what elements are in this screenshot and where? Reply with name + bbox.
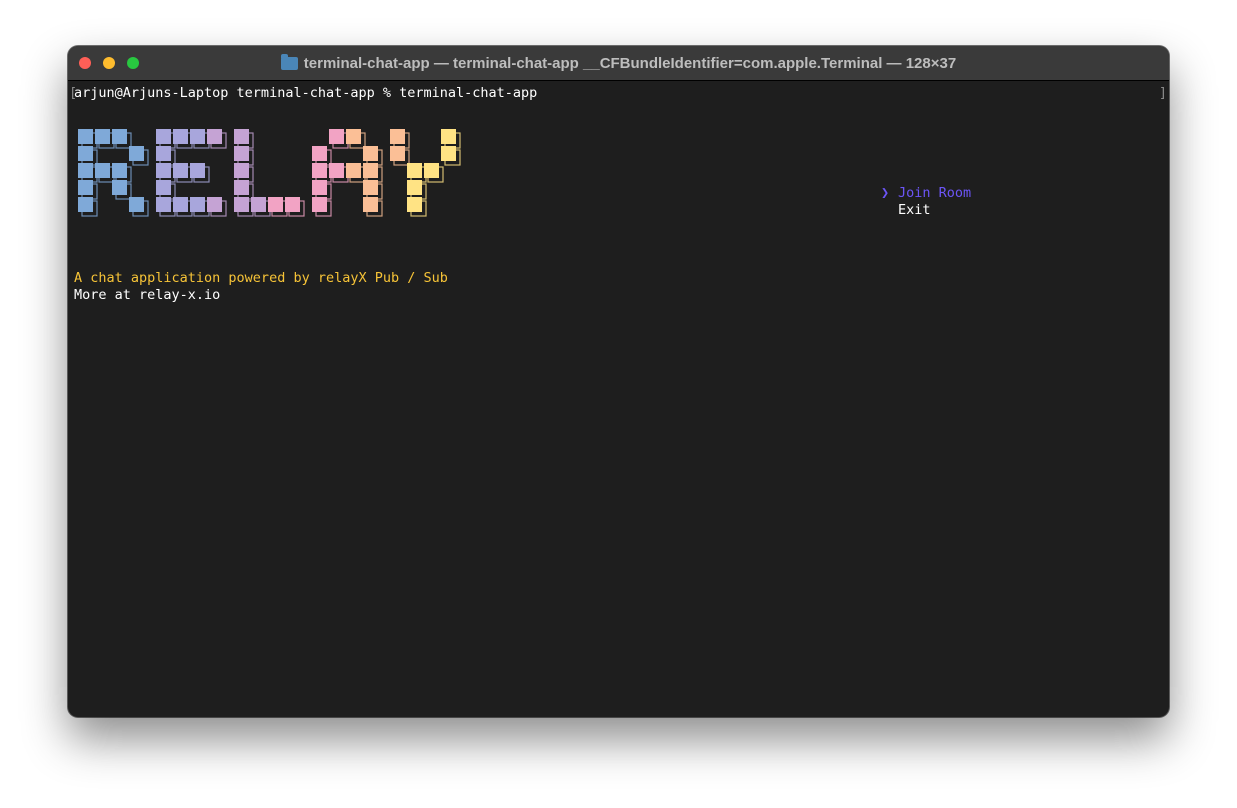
- logo-block: [156, 180, 171, 195]
- tagline: A chat application powered by relayX Pub…: [74, 270, 448, 286]
- logo-block: [190, 129, 205, 144]
- logo-block: [156, 197, 171, 212]
- logo-block: [329, 129, 344, 144]
- logo-block: [234, 146, 249, 161]
- logo-block: [285, 197, 300, 212]
- logo-block: [234, 129, 249, 144]
- logo-block: [312, 163, 327, 178]
- title-bar[interactable]: terminal-chat-app — terminal-chat-app __…: [68, 46, 1169, 81]
- logo-block: [234, 163, 249, 178]
- logo-block: [78, 180, 93, 195]
- logo-block: [129, 146, 144, 161]
- logo-block: [312, 180, 327, 195]
- logo-block: [363, 163, 378, 178]
- logo-block: [424, 163, 439, 178]
- logo-block: [173, 129, 188, 144]
- logo-block: [112, 163, 127, 178]
- logo-block: [312, 197, 327, 212]
- more-info-link: More at relay-x.io: [74, 287, 221, 303]
- command-prompt: arjun@Arjuns-Laptop terminal-chat-app % …: [74, 85, 538, 101]
- logo-block: [78, 197, 93, 212]
- logo-block: [363, 180, 378, 195]
- logo-block: [407, 180, 422, 195]
- logo-block: [268, 197, 283, 212]
- window-title: terminal-chat-app — terminal-chat-app __…: [68, 46, 1169, 80]
- logo-block: [346, 129, 361, 144]
- logo-block: [207, 129, 222, 144]
- menu-item-label: Join Room: [898, 185, 972, 201]
- logo-block: [441, 129, 456, 144]
- logo-block: [173, 163, 188, 178]
- logo-block: [251, 197, 266, 212]
- logo-block: [173, 197, 188, 212]
- logo-block: [363, 146, 378, 161]
- terminal-window: terminal-chat-app — terminal-chat-app __…: [68, 46, 1169, 717]
- logo-block: [112, 180, 127, 195]
- logo-block: [363, 197, 378, 212]
- logo-block: [156, 146, 171, 161]
- logo-block: [78, 146, 93, 161]
- logo-block: [190, 197, 205, 212]
- logo-block: [441, 146, 456, 161]
- logo-block: [78, 129, 93, 144]
- logo-block: [156, 129, 171, 144]
- logo-block: [207, 197, 222, 212]
- logo-block: [329, 163, 344, 178]
- logo-block: [407, 163, 422, 178]
- logo-block: [234, 180, 249, 195]
- logo-block: [234, 197, 249, 212]
- logo-block: [312, 146, 327, 161]
- menu-item-label: Exit: [898, 202, 931, 218]
- menu: ❯ Join Room Exit: [881, 185, 971, 219]
- logo-block: [346, 163, 361, 178]
- logo-block: [407, 197, 422, 212]
- window-title-text: terminal-chat-app — terminal-chat-app __…: [303, 54, 957, 72]
- logo-block: [95, 163, 110, 178]
- relay-logo: [78, 129, 478, 237]
- folder-icon: [280, 53, 298, 70]
- logo-block: [129, 197, 144, 212]
- logo-block: [95, 129, 110, 144]
- pointer-icon: ❯: [881, 185, 890, 201]
- terminal-content[interactable]: [ arjun@Arjuns-Laptop terminal-chat-app …: [68, 81, 1169, 717]
- logo-block: [390, 129, 405, 144]
- right-bracket: ]: [1158, 85, 1167, 101]
- logo-block: [112, 129, 127, 144]
- logo-block: [190, 163, 205, 178]
- logo-block: [156, 163, 171, 178]
- relay-logo-art: [78, 129, 461, 217]
- logo-block: [390, 146, 405, 161]
- menu-item-exit[interactable]: Exit: [881, 202, 971, 219]
- logo-block: [78, 163, 93, 178]
- menu-item-join-room[interactable]: ❯ Join Room: [881, 185, 971, 202]
